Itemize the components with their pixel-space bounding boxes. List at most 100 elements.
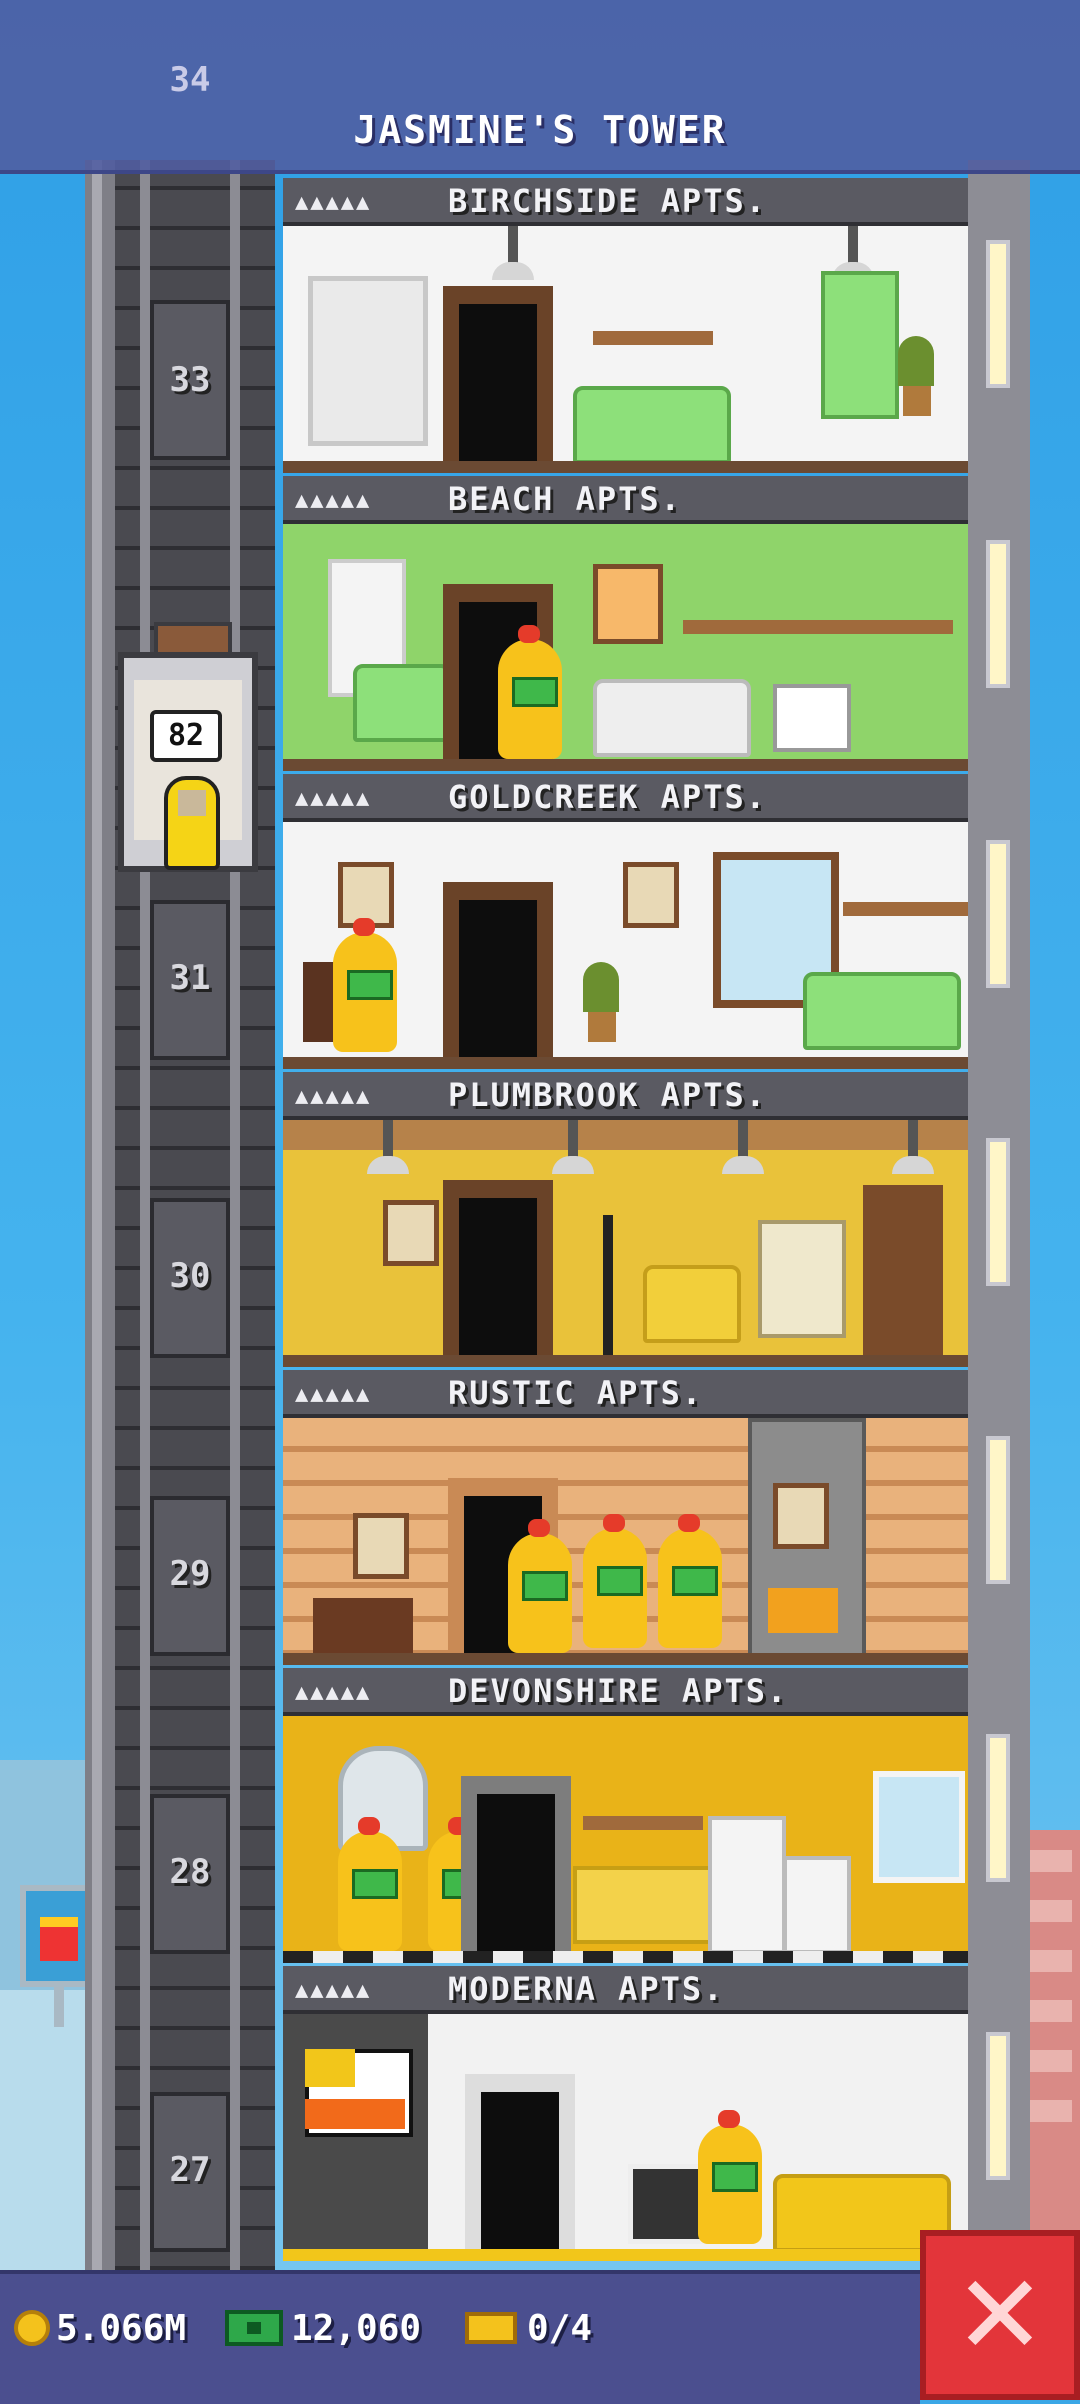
shaft-floor-number: 28 — [169, 1852, 211, 1892]
room-interior — [283, 1716, 968, 1951]
chicken-costume-resident[interactable] — [508, 1519, 572, 1653]
chicken-costume-resident[interactable] — [338, 1817, 402, 1951]
floor-base — [283, 759, 968, 771]
close-icon: ✕ — [953, 2251, 1047, 2379]
fire — [768, 1588, 838, 1633]
floor-base — [283, 1951, 968, 1963]
floor-base — [283, 461, 968, 473]
bookcase — [863, 1185, 943, 1355]
armchair — [643, 1265, 741, 1343]
elevator-car[interactable]: 82 — [118, 622, 258, 872]
ceiling-lamp — [552, 1120, 594, 1174]
plant-pot — [588, 1012, 616, 1042]
wall-light — [986, 240, 1010, 388]
armchair — [353, 664, 451, 742]
portrait-picture — [353, 1513, 409, 1579]
painting-block — [305, 2099, 405, 2129]
wall-light — [986, 2032, 1010, 2180]
ceiling-lamp — [892, 1120, 934, 1174]
floor-birchside[interactable]: ▲▲▲▲▲ BIRCHSIDE APTS. — [283, 178, 968, 473]
wall-light — [986, 1436, 1010, 1584]
tickets-counter[interactable]: 0/4 — [465, 2300, 592, 2356]
coins-counter[interactable]: 5.066M — [14, 2300, 186, 2356]
wall-light — [986, 1734, 1010, 1882]
shaft-floor-number: 34 — [169, 60, 211, 100]
tower-left-trim — [92, 160, 102, 2270]
wall-picture — [773, 1483, 829, 1549]
bookshelf — [308, 276, 428, 446]
apartment-door — [443, 1180, 553, 1355]
bux-counter[interactable]: 12,060 — [225, 2300, 421, 2356]
window — [873, 1771, 965, 1883]
shaft-floor-number: 33 — [169, 360, 211, 400]
fries-icon — [40, 1917, 78, 1961]
residents-indicator: ▲▲▲▲▲ — [295, 1382, 372, 1407]
chicken-costume-resident[interactable] — [698, 2110, 762, 2244]
bookcase — [773, 684, 851, 752]
floor-moderna[interactable]: ▲▲▲▲▲ MODERNA APTS. — [283, 1966, 968, 2261]
floor-name: BEACH APTS. — [448, 480, 682, 518]
floor-sign: ▲▲▲▲▲ DEVONSHIRE APTS. — [283, 1668, 968, 1716]
floor-devonshire[interactable]: ▲▲▲▲▲ DEVONSHIRE APTS. — [283, 1668, 968, 1963]
sunset-picture — [593, 564, 663, 644]
floor-sign: ▲▲▲▲▲ MODERNA APTS. — [283, 1966, 968, 2014]
tickets-value: 0/4 — [527, 2307, 593, 2349]
tower-name[interactable]: JASMINE'S TOWER — [0, 108, 1080, 152]
wall-light — [986, 540, 1010, 688]
floor-beach[interactable]: ▲▲▲▲▲ BEACH APTS. — [283, 476, 968, 771]
landscape-picture — [623, 862, 679, 928]
chicken-costume-resident[interactable] — [658, 1514, 722, 1648]
plant-pot — [903, 386, 931, 416]
shaft-rail — [230, 160, 240, 2270]
wall-light — [986, 840, 1010, 988]
room-interior — [283, 1120, 968, 1355]
painting-block — [305, 2049, 355, 2087]
floor-rustic[interactable]: ▲▲▲▲▲ RUSTIC APTS. — [283, 1370, 968, 1665]
floor-goldcreek[interactable]: ▲▲▲▲▲ GOLDCREEK APTS. — [283, 774, 968, 1069]
residents-indicator: ▲▲▲▲▲ — [295, 488, 372, 513]
room-interior — [283, 226, 968, 461]
shaft-floor-number: 27 — [169, 2150, 211, 2190]
floor-name: PLUMBROOK APTS. — [448, 1076, 767, 1114]
residents-indicator: ▲▲▲▲▲ — [295, 190, 372, 215]
floor-plumbrook[interactable]: ▲▲▲▲▲ PLUMBROOK APTS. — [283, 1072, 968, 1367]
ceiling-lamp — [722, 1120, 764, 1174]
tower-header: 34 JASMINE'S TOWER — [0, 0, 1080, 174]
dining-table — [313, 1598, 413, 1653]
wall-shelf — [593, 331, 713, 345]
floor-sign: ▲▲▲▲▲ GOLDCREEK APTS. — [283, 774, 968, 822]
kitchen-counter — [573, 1866, 721, 1944]
stove — [783, 1856, 851, 1951]
wall-shelf — [843, 902, 968, 916]
retro-computer — [758, 1220, 846, 1338]
wall-light — [986, 1138, 1010, 1286]
floor-base — [283, 1355, 968, 1367]
bux-value: 12,060 — [291, 2307, 422, 2349]
floor-lamp — [603, 1215, 613, 1355]
floor-name: RUSTIC APTS. — [448, 1374, 704, 1412]
refrigerator — [708, 1816, 786, 1951]
potted-plant — [898, 336, 934, 386]
window-shutter — [821, 271, 899, 419]
floor-base — [283, 2249, 968, 2261]
tower-bux-icon — [225, 2310, 283, 2346]
apartment-door — [465, 2074, 575, 2249]
shaft-floor-number: 31 — [169, 958, 211, 998]
potted-plant — [583, 962, 619, 1012]
room-interior — [283, 1418, 968, 1653]
close-button[interactable]: ✕ — [920, 2230, 1080, 2400]
wall-shelf — [683, 620, 953, 634]
residents-indicator: ▲▲▲▲▲ — [295, 1978, 372, 2003]
destination-floor-bubble[interactable]: 82 — [150, 710, 222, 762]
chicken-costume-resident[interactable] — [583, 1514, 647, 1648]
ceiling-lamp — [492, 226, 534, 280]
chicken-costume-resident[interactable] — [333, 918, 397, 1052]
resource-bar: 5.066M 12,060 0/4 — [0, 2270, 920, 2404]
sofa — [803, 972, 961, 1050]
chicken-costume-resident[interactable] — [498, 625, 562, 759]
sofa — [573, 386, 731, 461]
floor-base — [283, 1653, 968, 1665]
apartment-door — [461, 1776, 571, 1951]
floor-name: GOLDCREEK APTS. — [448, 778, 767, 816]
floor-name: MODERNA APTS. — [448, 1970, 725, 2008]
